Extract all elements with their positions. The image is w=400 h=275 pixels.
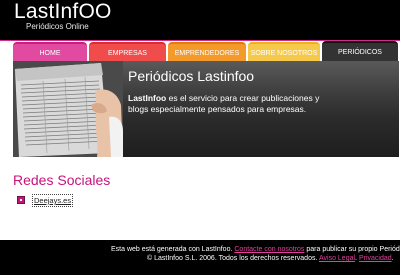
social-link-deejays[interactable]: Deejays.es bbox=[32, 194, 74, 207]
tab-sobre-nosotros[interactable]: SOBRE NOSOTROS bbox=[248, 42, 320, 61]
legal-notice-link[interactable]: Aviso Legal bbox=[319, 255, 355, 262]
site-footer: Esta web está generada con LastInfoo. Co… bbox=[0, 240, 400, 275]
footer-line-1: Esta web está generada con LastInfoo. Co… bbox=[111, 245, 400, 254]
footer-text: Esta web está generada con LastInfoo. bbox=[111, 246, 235, 253]
site-header: LastInfOO Periódicos Online bbox=[0, 0, 400, 40]
bullet-icon bbox=[17, 196, 25, 204]
contact-link[interactable]: Contacte con nosotros bbox=[234, 246, 304, 253]
copyright-text: © LastInfoo S.L. 2006. Todos los derecho… bbox=[147, 255, 319, 262]
logo-subtitle: Periódicos Online bbox=[26, 22, 89, 31]
section-title: Redes Sociales bbox=[13, 172, 111, 188]
footer-text: para publicar su propio Periód bbox=[304, 246, 400, 253]
footer-end: . bbox=[391, 255, 394, 262]
banner-brand: LastInfoo bbox=[128, 93, 167, 103]
hero-banner: Periódicos Lastinfoo LastInfoo es el ser… bbox=[13, 61, 399, 157]
footer-line-2: © LastInfoo S.L. 2006. Todos los derecho… bbox=[147, 254, 394, 263]
tab-empresas[interactable]: EMPRESAS bbox=[89, 42, 166, 61]
main-nav-tabs: HOME EMPRESAS EMPRENDEDORES SOBRE NOSOTR… bbox=[0, 41, 400, 61]
privacy-link[interactable]: Privacidad bbox=[359, 255, 392, 262]
banner-title: Periódicos Lastinfoo bbox=[128, 68, 255, 84]
tab-periodicos[interactable]: PERIÓDICOS bbox=[322, 41, 398, 61]
tab-home[interactable]: HOME bbox=[13, 42, 87, 61]
tab-emprendedores[interactable]: EMPRENDEDORES bbox=[168, 42, 246, 61]
banner-description: LastInfoo es el servicio para crear publ… bbox=[128, 93, 338, 115]
logo-title[interactable]: LastInfOO bbox=[14, 1, 112, 23]
newspaper-image bbox=[13, 61, 123, 157]
